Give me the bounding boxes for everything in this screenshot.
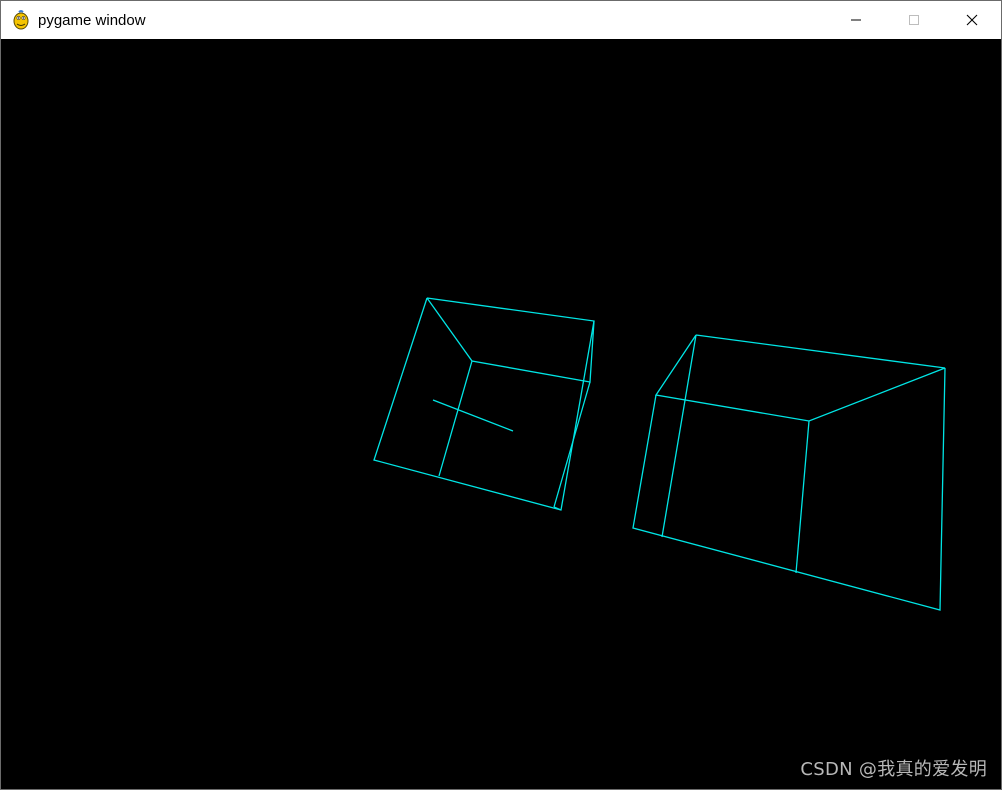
caption-buttons — [827, 1, 1001, 39]
minimize-button[interactable] — [827, 1, 885, 39]
wireframe-cube-right — [632, 334, 946, 611]
maximize-button[interactable] — [885, 1, 943, 39]
pygame-snake-icon — [10, 9, 32, 31]
scene-canvas — [373, 297, 946, 611]
watermark-text: CSDN @我真的爱发明 — [800, 759, 987, 780]
maximize-icon — [909, 15, 919, 25]
close-button[interactable] — [943, 1, 1001, 39]
pygame-window: pygame window CSDN @我真的爱发明 — [0, 0, 1002, 790]
minimize-icon — [851, 19, 861, 21]
pygame-canvas[interactable]: CSDN @我真的爱发明 — [1, 39, 1001, 789]
wireframe-cube-left — [373, 297, 595, 511]
window-title: pygame window — [38, 11, 146, 29]
close-icon — [966, 14, 978, 26]
title-bar[interactable]: pygame window — [1, 1, 1001, 39]
